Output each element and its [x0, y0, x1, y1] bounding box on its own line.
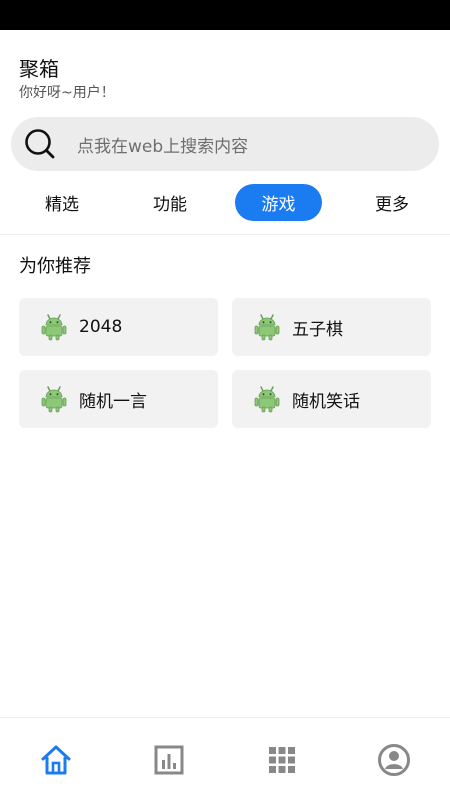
app-title: 聚箱 — [19, 57, 59, 81]
card-random-joke[interactable]: 随机笑话 — [232, 370, 431, 428]
card-label: 随机一言 — [79, 391, 147, 412]
tab-more[interactable]: 更多 — [350, 184, 434, 221]
card-label: 2048 — [79, 317, 123, 337]
tab-games[interactable]: 游戏 — [235, 184, 322, 221]
card-2048[interactable]: 2048 — [19, 298, 218, 356]
card-random-quote[interactable]: 随机一言 — [19, 370, 218, 428]
header: 聚箱 你好呀~用户！ — [19, 56, 115, 103]
tab-label: 游戏 — [261, 195, 296, 215]
search-bar[interactable]: 点我在web上搜索内容 — [11, 117, 439, 171]
profile-icon — [378, 744, 410, 776]
nav-profile-button[interactable] — [376, 742, 412, 778]
android-icon — [41, 314, 67, 341]
category-tabs: 精选 功能 游戏 更多 — [0, 183, 450, 223]
tab-featured[interactable]: 精选 — [20, 184, 104, 221]
nav-stats-button[interactable] — [151, 742, 187, 778]
android-icon — [41, 386, 67, 413]
search-placeholder: 点我在web上搜索内容 — [77, 136, 249, 157]
tab-label: 功能 — [153, 195, 187, 215]
android-icon — [254, 314, 280, 341]
bar-chart-icon — [154, 745, 184, 775]
grid-icon — [269, 747, 295, 773]
card-label: 五子棋 — [292, 319, 343, 340]
home-icon — [41, 745, 71, 775]
tab-label: 精选 — [45, 195, 79, 215]
search-icon — [25, 129, 55, 159]
divider — [0, 234, 450, 235]
tab-label: 更多 — [375, 195, 409, 215]
tab-functions[interactable]: 功能 — [128, 184, 212, 221]
nav-home-button[interactable] — [38, 742, 74, 778]
status-bar — [0, 0, 450, 30]
section-title: 为你推荐 — [19, 256, 91, 277]
card-gomoku[interactable]: 五子棋 — [232, 298, 431, 356]
bottom-navigation — [0, 717, 450, 800]
greeting-text: 你好呀~用户！ — [19, 85, 115, 101]
android-icon — [254, 386, 280, 413]
card-label: 随机笑话 — [292, 391, 360, 412]
nav-apps-button[interactable] — [264, 742, 300, 778]
